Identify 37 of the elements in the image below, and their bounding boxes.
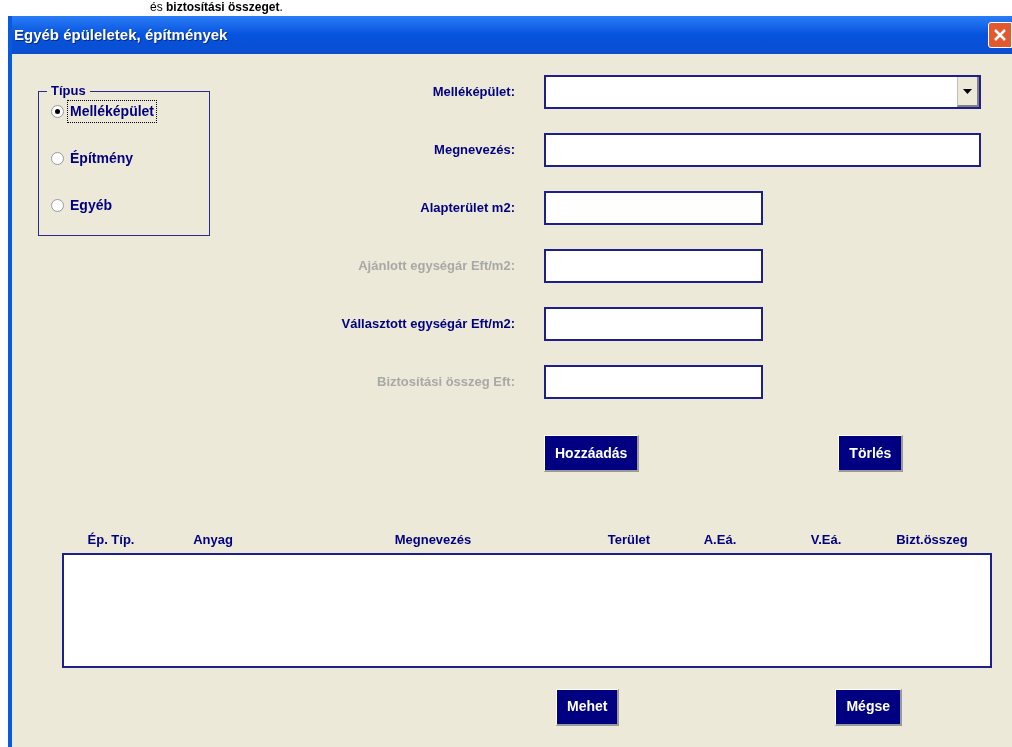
field-label: Megnevezés: [433,141,515,160]
radio-button[interactable] [51,151,64,165]
close-button[interactable] [988,22,1012,48]
window-title: Egyéb épüleletek, építmények [13,24,228,45]
radio-label[interactable]: Melléképület [67,99,158,123]
dropdown-button[interactable] [957,77,979,107]
caption-text: és biztosítási összeget. [150,0,283,15]
column-header: V.Eá. [810,532,842,547]
input-field[interactable] [544,365,763,399]
field-label: Melléképület: [431,83,515,102]
input-field[interactable] [544,249,763,283]
dialog-button[interactable]: Törlés [838,435,904,472]
field-label: Alapterület m2: [419,199,515,218]
radio-button[interactable] [51,104,64,118]
column-header: Megnevezés [394,532,472,547]
input-field[interactable] [544,307,763,341]
dialog-button[interactable]: Mégse [835,688,903,726]
dialog-button[interactable]: Mehet [556,688,620,726]
column-header: Bizt.összeg [896,532,968,547]
column-header: A.Eá. [703,532,737,547]
input-field[interactable] [544,133,981,167]
caret-icon [963,88,972,94]
radio-label[interactable]: Építmény [67,146,136,170]
radio-label[interactable]: Egyéb [67,193,115,217]
column-header: Ép. Típ. [87,532,135,547]
group-legend: Típus [47,84,90,98]
field-label: Ajánlott egységár Eft/m2: [357,257,515,276]
column-header: Anyag [193,532,233,547]
input-field[interactable] [544,191,763,225]
field-label: Vállasztott egységár Eft/m2: [340,315,515,334]
field-label: Biztosítási összeg Eft: [376,373,515,392]
radio-button[interactable] [51,198,64,212]
dialog-button[interactable]: Hozzáadás [544,435,640,472]
dropdown-field[interactable] [544,75,981,109]
column-header: Terület [607,532,651,547]
item-list[interactable] [62,552,992,668]
close-icon [993,28,1007,42]
